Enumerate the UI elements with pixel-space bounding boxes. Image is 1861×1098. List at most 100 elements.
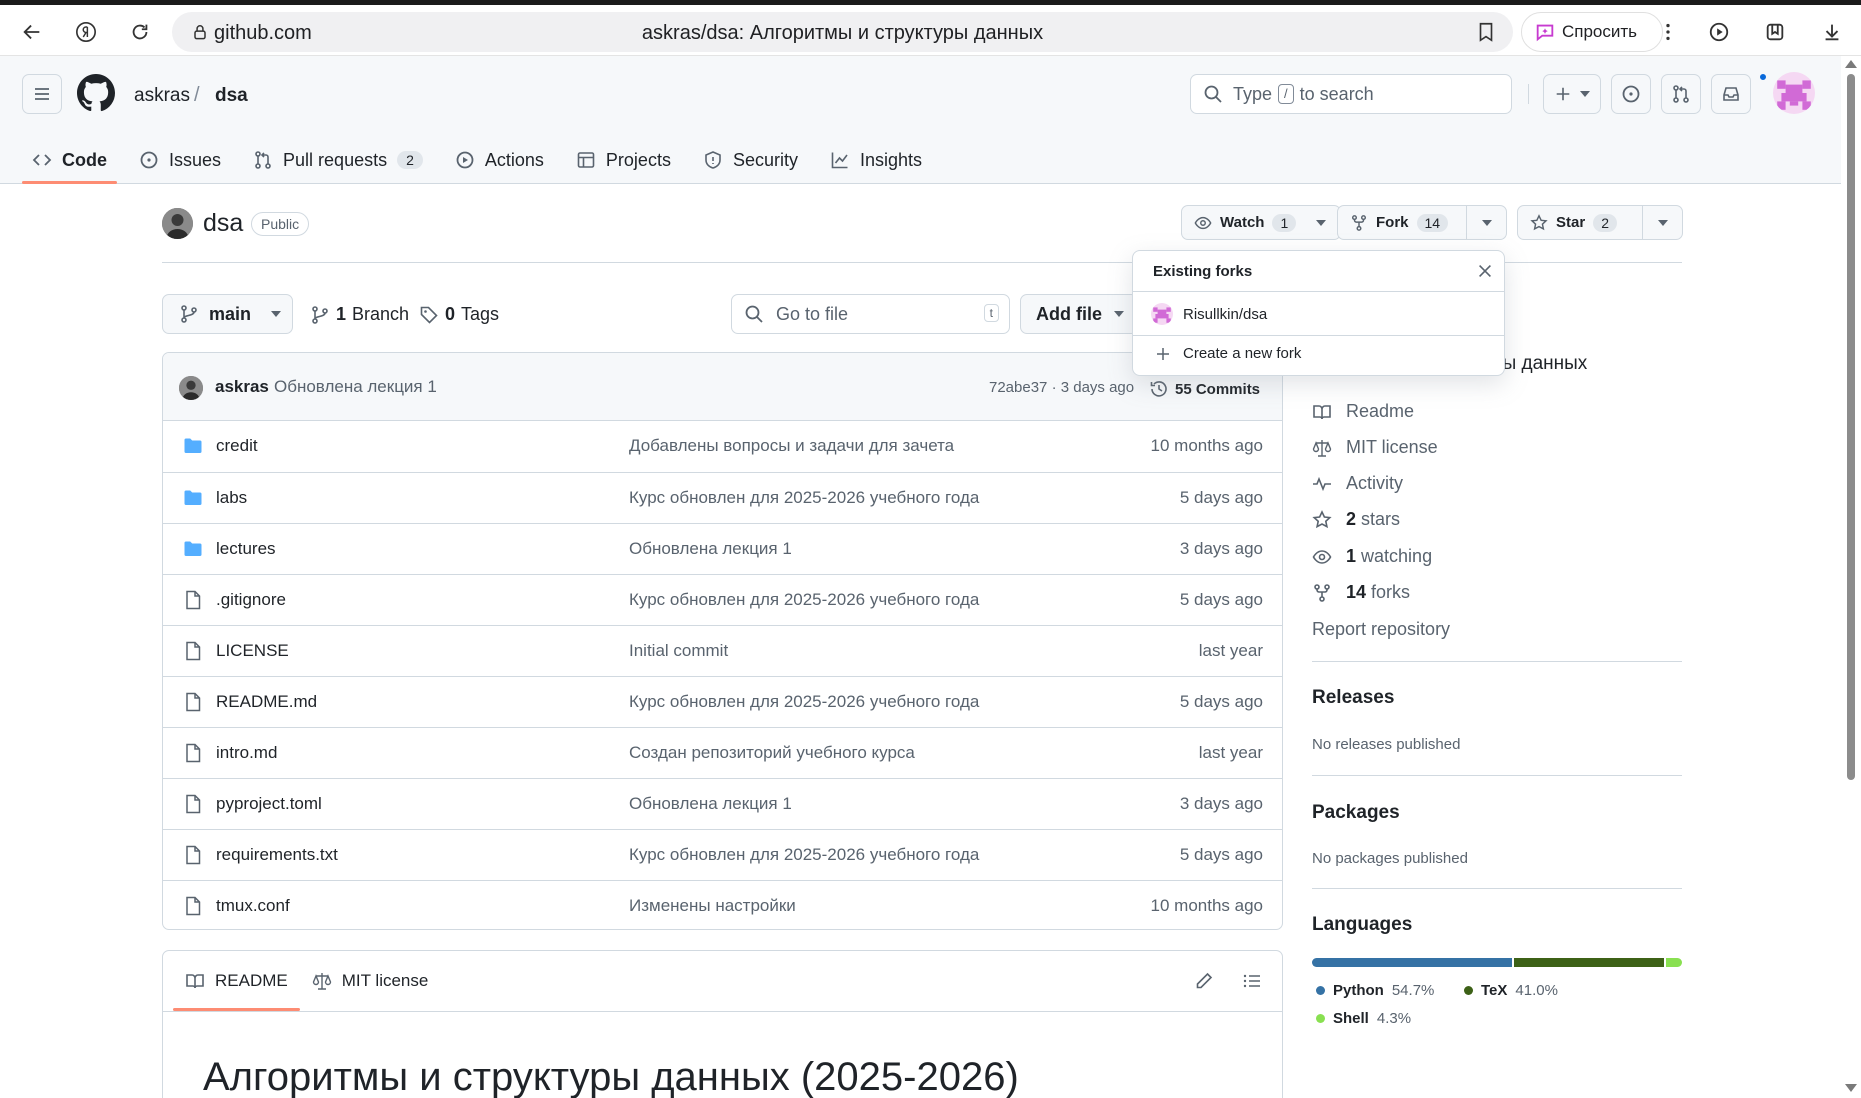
file-row[interactable]: intro.md Создан репозиторий учебного курс… [163,727,1282,778]
sidebar-link-stars[interactable]: 2 stars [1312,509,1400,530]
file-commit-message[interactable]: Добавлены вопросы и задачи для зачета [629,436,954,456]
tab-readme[interactable]: README [173,951,300,1011]
star-dropdown[interactable] [1642,206,1682,239]
packages-heading[interactable]: Packages [1312,802,1400,824]
scroll-down-arrow[interactable] [1845,1084,1857,1092]
collections-button[interactable] [1757,14,1793,50]
file-commit-message[interactable]: Обновлена лекция 1 [629,794,792,814]
breadcrumb-owner[interactable]: askras [134,85,190,107]
commit-hash-time[interactable]: 72abe37 · 3 days ago [989,379,1134,396]
report-repository-link[interactable]: Report repository [1312,619,1450,640]
file-row[interactable]: README.md Курс обновлен для 2025-2026 уче… [163,676,1282,727]
commit-author-avatar[interactable] [179,376,203,400]
releases-heading[interactable]: Releases [1312,687,1394,709]
fork-button[interactable]: Fork 14 [1337,205,1507,240]
pencil-icon[interactable] [1194,971,1214,991]
bookmark-icon[interactable] [1475,21,1497,43]
file-name[interactable]: labs [216,488,247,508]
commit-message[interactable]: Обновлена лекция 1 [274,377,437,397]
sidebar-link-watching[interactable]: 1 watching [1312,546,1432,567]
file-row[interactable]: labs Курс обновлен для 2025-2026 учебного… [163,472,1282,523]
file-row[interactable]: tmux.conf Изменены настройки 10 months ago [163,880,1282,929]
downloads-button[interactable] [1814,14,1850,50]
watch-button[interactable]: Watch 1 [1181,205,1341,240]
watch-dropdown[interactable] [1308,206,1334,239]
sidebar-link-mit-license[interactable]: MIT license [1312,437,1438,458]
file-commit-message[interactable]: Курс обновлен для 2025-2026 учебного год… [629,845,979,865]
tab-actions[interactable]: Actions [445,136,554,184]
language-item[interactable]: Python 54.7% [1316,982,1434,999]
create-new-fork-item[interactable]: Create a new fork [1155,345,1301,362]
list-unordered-icon[interactable] [1242,971,1262,991]
file-commit-message[interactable]: Изменены настройки [629,896,796,916]
address-bar[interactable]: github.com askras/dsa: Алгоритмы и струк… [172,12,1513,52]
file-commit-message[interactable]: Курс обновлен для 2025-2026 учебного год… [629,590,979,610]
sidebar-link-activity[interactable]: Activity [1312,473,1403,494]
file-commit-message[interactable]: Создан репозиторий учебного курса [629,743,915,763]
tags-link[interactable]: 0 Tags [419,304,499,325]
file-commit-message[interactable]: Курс обновлен для 2025-2026 учебного год… [629,692,979,712]
file-row[interactable]: LICENSE Initial commit last year [163,625,1282,676]
visibility-badge: Public [251,212,310,236]
tab-pull-requests[interactable]: Pull requests 2 [243,136,433,184]
file-name[interactable]: tmux.conf [216,896,290,916]
file-name[interactable]: credit [216,436,258,456]
pull-requests-button[interactable] [1661,74,1701,114]
commits-link[interactable]: 55 Commits [1149,379,1260,399]
fork-dropdown[interactable] [1466,206,1506,239]
menu-button[interactable] [22,74,62,114]
search-input[interactable]: Type / to search [1190,74,1512,114]
about-description: ры данных [1492,353,1588,374]
file-commit-message[interactable]: Курс обновлен для 2025-2026 учебного год… [629,488,979,508]
file-name[interactable]: lectures [216,539,276,559]
breadcrumb-repo[interactable]: dsa [215,85,248,107]
file-row[interactable]: credit Добавлены вопросы и задачи для зач… [163,421,1282,472]
repo-title[interactable]: dsa [203,209,243,238]
scroll-thumb[interactable] [1847,74,1855,780]
user-avatar[interactable] [1773,72,1815,114]
tab-security[interactable]: Security [693,136,808,184]
yandex-button[interactable] [68,14,104,50]
go-to-file-input[interactable]: Go to file t [731,294,1010,334]
github-logo-icon[interactable] [77,74,115,112]
tab-insights[interactable]: Insights [820,136,932,184]
branch-selector[interactable]: main [162,294,293,334]
add-file-button[interactable]: Add file [1020,294,1138,334]
create-new-button[interactable] [1543,74,1601,114]
more-menu-button[interactable] [1650,14,1686,50]
scroll-up-arrow[interactable] [1845,60,1857,68]
file-name[interactable]: README.md [216,692,317,712]
owner-avatar[interactable] [162,208,193,239]
tab-license[interactable]: MIT license [300,951,441,1011]
close-icon[interactable] [1476,262,1494,280]
inbox-button[interactable] [1711,74,1751,114]
file-commit-message[interactable]: Initial commit [629,641,728,661]
vertical-scrollbar[interactable] [1841,56,1861,1098]
branches-link[interactable]: 1 Branch [310,304,409,325]
commit-author[interactable]: askras [215,377,269,397]
language-item[interactable]: TeX 41.0% [1464,982,1558,999]
star-button[interactable]: Star 2 [1517,205,1683,240]
tab-projects[interactable]: Projects [566,136,681,184]
back-button[interactable] [14,14,50,50]
file-name[interactable]: LICENSE [216,641,289,661]
ask-button[interactable]: Спросить [1521,12,1663,52]
reload-button[interactable] [122,14,158,50]
sidebar-link-forks[interactable]: 14 forks [1312,582,1410,603]
file-row[interactable]: pyproject.toml Обновлена лекция 1 3 days a… [163,778,1282,829]
language-item[interactable]: Shell 4.3% [1316,1010,1411,1027]
video-button[interactable] [1701,14,1737,50]
file-name[interactable]: .gitignore [216,590,286,610]
file-name[interactable]: requirements.txt [216,845,338,865]
file-row[interactable]: .gitignore Курс обновлен для 2025-2026 уч… [163,574,1282,625]
file-row[interactable]: lectures Обновлена лекция 1 3 days ago [163,523,1282,574]
issues-button[interactable] [1611,74,1651,114]
file-commit-message[interactable]: Обновлена лекция 1 [629,539,792,559]
tab-code[interactable]: Code [22,136,117,184]
fork-list-item[interactable]: Risullkin/dsa [1151,303,1267,325]
tab-issues[interactable]: Issues [129,136,231,184]
sidebar-link-readme[interactable]: Readme [1312,401,1414,422]
file-name[interactable]: intro.md [216,743,277,763]
file-name[interactable]: pyproject.toml [216,794,322,814]
file-row[interactable]: requirements.txt Курс обновлен для 2025-2… [163,829,1282,880]
